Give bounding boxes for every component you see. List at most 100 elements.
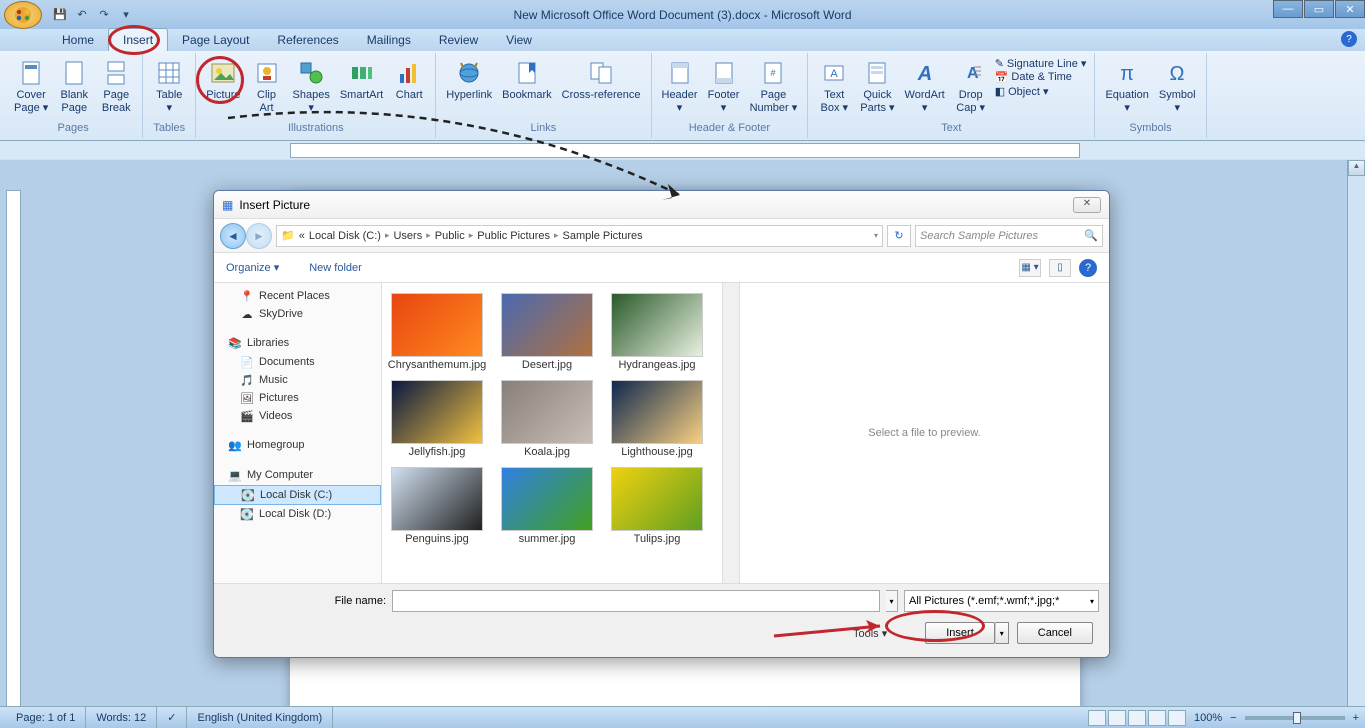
page-number-button[interactable]: #PageNumber ▾ bbox=[746, 55, 802, 116]
file-thumbnail[interactable]: Hydrangeas.jpg bbox=[606, 291, 708, 374]
nav-videos[interactable]: 🎬Videos bbox=[214, 407, 381, 425]
filename-input[interactable] bbox=[392, 590, 880, 612]
equation-button[interactable]: πEquation▾ bbox=[1101, 55, 1152, 116]
save-icon[interactable]: 💾 bbox=[50, 5, 70, 25]
gallery-scrollbar[interactable] bbox=[722, 283, 739, 583]
nav-disk-d[interactable]: 💽Local Disk (D:) bbox=[214, 505, 381, 523]
header-button[interactable]: Header▾ bbox=[658, 55, 702, 116]
nav-libraries[interactable]: 📚Libraries bbox=[214, 333, 381, 353]
dialog-close-button[interactable]: ✕ bbox=[1073, 197, 1101, 213]
signature-line-button[interactable]: ✎Signature Line ▾ bbox=[995, 57, 1087, 70]
undo-icon[interactable]: ↶ bbox=[72, 5, 92, 25]
nav-skydrive[interactable]: ☁SkyDrive bbox=[214, 305, 381, 323]
nav-documents[interactable]: 📄Documents bbox=[214, 353, 381, 371]
dropcap-button[interactable]: ADropCap ▾ bbox=[951, 55, 991, 116]
nav-music[interactable]: 🎵Music bbox=[214, 371, 381, 389]
nav-homegroup[interactable]: 👥Homegroup bbox=[214, 435, 381, 455]
tab-view[interactable]: View bbox=[492, 29, 546, 51]
status-proofing-icon[interactable]: ✓ bbox=[157, 707, 187, 728]
cover-page-button[interactable]: CoverPage ▾ bbox=[10, 55, 52, 116]
insert-dropdown-icon[interactable]: ▾ bbox=[995, 622, 1009, 644]
cross-reference-button[interactable]: Cross-reference bbox=[558, 55, 645, 104]
view-draft-icon[interactable] bbox=[1168, 710, 1186, 726]
filename-dropdown-icon[interactable]: ▾ bbox=[886, 590, 898, 612]
tools-dropdown[interactable]: Tools ▾ bbox=[853, 627, 887, 640]
file-thumbnail[interactable]: Desert.jpg bbox=[496, 291, 598, 374]
file-thumbnail[interactable]: summer.jpg bbox=[496, 465, 598, 548]
zoom-out-button[interactable]: − bbox=[1230, 712, 1236, 724]
help-icon[interactable]: ? bbox=[1341, 31, 1357, 47]
scroll-up-icon[interactable]: ▲ bbox=[1348, 160, 1365, 176]
nav-back-button[interactable]: ◄ bbox=[220, 223, 246, 249]
page-break-button[interactable]: PageBreak bbox=[96, 55, 136, 116]
breadcrumb-seg[interactable]: Public Pictures bbox=[477, 230, 550, 242]
blank-page-button[interactable]: BlankPage bbox=[54, 55, 94, 116]
search-icon[interactable]: 🔍 bbox=[1084, 229, 1098, 242]
tab-mailings[interactable]: Mailings bbox=[353, 29, 425, 51]
zoom-in-button[interactable]: + bbox=[1353, 712, 1359, 724]
insert-button[interactable]: Insert bbox=[925, 622, 995, 644]
breadcrumb-seg[interactable]: Sample Pictures bbox=[563, 230, 643, 242]
thumbnail-grid[interactable]: Chrysanthemum.jpgDesert.jpgHydrangeas.jp… bbox=[382, 283, 722, 583]
nav-computer[interactable]: 💻My Computer bbox=[214, 465, 381, 485]
breadcrumb-dropdown-icon[interactable]: ▾ bbox=[874, 231, 878, 240]
new-folder-button[interactable]: New folder bbox=[309, 262, 362, 274]
footer-button[interactable]: Footer▾ bbox=[704, 55, 744, 116]
breadcrumb-seg[interactable]: Users bbox=[393, 230, 422, 242]
status-language[interactable]: English (United Kingdom) bbox=[187, 707, 333, 728]
object-button[interactable]: ◧Object ▾ bbox=[995, 85, 1087, 98]
view-full-screen-icon[interactable] bbox=[1108, 710, 1126, 726]
zoom-level[interactable]: 100% bbox=[1194, 712, 1222, 724]
shapes-button[interactable]: Shapes▾ bbox=[289, 55, 334, 116]
navigation-pane[interactable]: 📍Recent Places ☁SkyDrive 📚Libraries 📄Doc… bbox=[214, 283, 382, 583]
dialog-titlebar[interactable]: ▦ Insert Picture ✕ bbox=[214, 191, 1109, 219]
hyperlink-button[interactable]: Hyperlink bbox=[442, 55, 496, 104]
view-web-layout-icon[interactable] bbox=[1128, 710, 1146, 726]
office-button[interactable] bbox=[4, 1, 42, 29]
minimize-button[interactable]: ― bbox=[1273, 0, 1303, 18]
maximize-button[interactable]: ▭ bbox=[1304, 0, 1334, 18]
wordart-button[interactable]: AWordArt▾ bbox=[901, 55, 949, 116]
file-thumbnail[interactable]: Lighthouse.jpg bbox=[606, 378, 708, 461]
nav-recent-places[interactable]: 📍Recent Places bbox=[214, 287, 381, 305]
file-thumbnail[interactable]: Tulips.jpg bbox=[606, 465, 708, 548]
breadcrumb-seg[interactable]: Local Disk (C:) bbox=[309, 230, 381, 242]
vertical-ruler[interactable] bbox=[6, 190, 21, 706]
nav-pictures[interactable]: 🖼Pictures bbox=[214, 389, 381, 407]
tab-references[interactable]: References bbox=[263, 29, 352, 51]
refresh-button[interactable]: ↻ bbox=[887, 225, 911, 247]
vertical-scrollbar[interactable]: ▲ bbox=[1347, 160, 1365, 706]
cancel-button[interactable]: Cancel bbox=[1017, 622, 1093, 644]
status-page[interactable]: Page: 1 of 1 bbox=[6, 707, 86, 728]
tab-home[interactable]: Home bbox=[48, 29, 108, 51]
preview-pane-button[interactable]: ▯ bbox=[1049, 259, 1071, 277]
nav-disk-c[interactable]: 💽Local Disk (C:) bbox=[214, 485, 381, 505]
picture-button[interactable]: Picture bbox=[202, 55, 244, 104]
quickparts-button[interactable]: QuickParts ▾ bbox=[856, 55, 898, 116]
tab-page-layout[interactable]: Page Layout bbox=[168, 29, 263, 51]
qat-dropdown-icon[interactable]: ▾ bbox=[116, 5, 136, 25]
breadcrumb[interactable]: 📁 « Local Disk (C:)▸ Users▸ Public▸ Publ… bbox=[276, 225, 883, 247]
organize-button[interactable]: Organize ▾ bbox=[226, 261, 279, 274]
tab-review[interactable]: Review bbox=[425, 29, 492, 51]
status-words[interactable]: Words: 12 bbox=[86, 707, 157, 728]
file-thumbnail[interactable]: Penguins.jpg bbox=[386, 465, 488, 548]
view-mode-button[interactable]: ▦ ▾ bbox=[1019, 259, 1041, 277]
tab-insert[interactable]: Insert bbox=[108, 28, 168, 51]
search-input[interactable]: Search Sample Pictures 🔍 bbox=[915, 225, 1103, 247]
clipart-button[interactable]: ClipArt bbox=[247, 55, 287, 116]
chart-button[interactable]: Chart bbox=[389, 55, 429, 104]
table-button[interactable]: Table▾ bbox=[149, 55, 189, 116]
symbol-button[interactable]: ΩSymbol▾ bbox=[1155, 55, 1200, 116]
nav-forward-button[interactable]: ► bbox=[246, 223, 272, 249]
bookmark-button[interactable]: Bookmark bbox=[498, 55, 556, 104]
file-thumbnail[interactable]: Jellyfish.jpg bbox=[386, 378, 488, 461]
smartart-button[interactable]: SmartArt bbox=[336, 55, 387, 104]
redo-icon[interactable]: ↷ bbox=[94, 5, 114, 25]
date-time-button[interactable]: 📅Date & Time bbox=[995, 71, 1087, 84]
view-print-layout-icon[interactable] bbox=[1088, 710, 1106, 726]
close-button[interactable]: ✕ bbox=[1335, 0, 1365, 18]
dialog-help-icon[interactable]: ? bbox=[1079, 259, 1097, 277]
file-thumbnail[interactable]: Chrysanthemum.jpg bbox=[386, 291, 488, 374]
textbox-button[interactable]: ATextBox ▾ bbox=[814, 55, 854, 116]
